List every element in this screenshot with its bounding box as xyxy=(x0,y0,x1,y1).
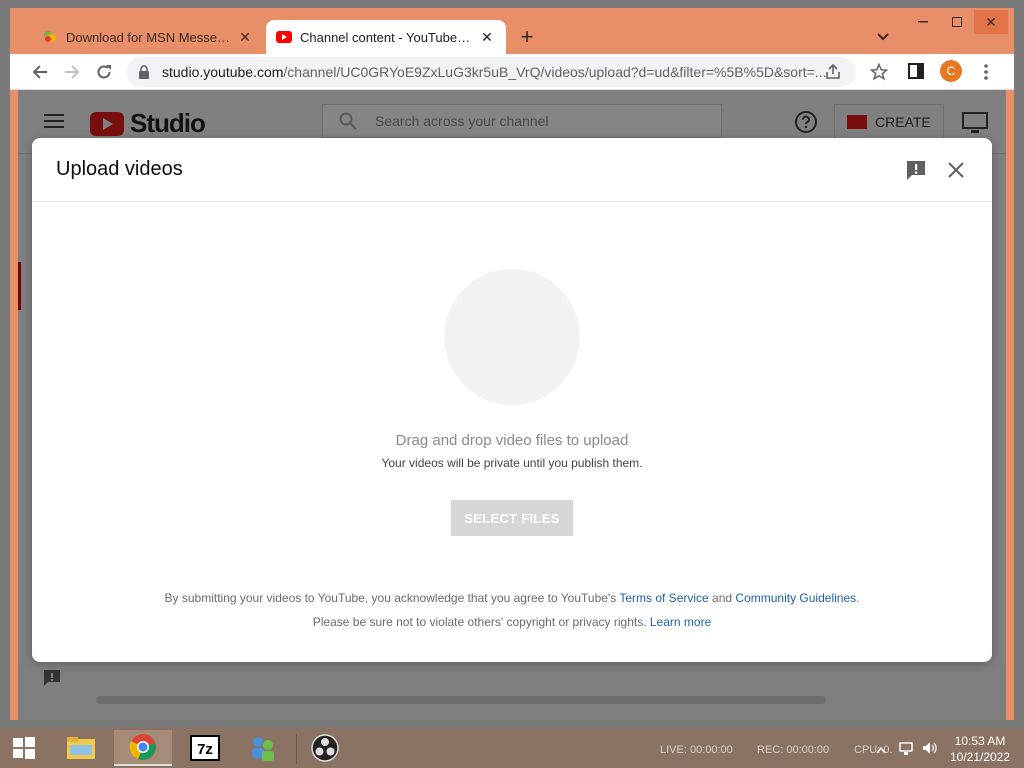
community-guidelines-link[interactable]: Community Guidelines xyxy=(735,591,856,605)
url-host: studio.youtube.com xyxy=(162,64,284,80)
select-files-button[interactable]: SELECT FILES xyxy=(451,500,573,536)
upload-videos-dialog: Upload videos Drag and drop video files … xyxy=(32,138,992,662)
private-note: Your videos will be private until you pu… xyxy=(381,456,643,470)
tab-title: Channel content - YouTube Studio xyxy=(300,29,472,45)
folder-icon xyxy=(67,737,95,759)
channel-search-input[interactable]: Search across your channel xyxy=(322,104,722,138)
side-panel-icon[interactable] xyxy=(908,63,924,84)
taskbar-separator xyxy=(296,734,297,764)
chevron-up-icon[interactable] xyxy=(876,741,886,759)
tab-msn-download[interactable]: Download for MSN Messenger | ✕ xyxy=(32,20,264,54)
drag-drop-heading: Drag and drop video files to upload xyxy=(395,432,629,449)
url-text: studio.youtube.com/channel/UC0GRYoE9ZxLu… xyxy=(162,64,856,80)
taskbar-network-app[interactable] xyxy=(238,730,288,766)
obs-icon xyxy=(311,734,339,762)
maximize-button[interactable] xyxy=(940,10,974,34)
tab-youtube-studio[interactable]: Channel content - YouTube Studio ✕ xyxy=(266,20,506,54)
minimize-button[interactable] xyxy=(906,10,940,34)
windows-taskbar: 7z LIVE: 00:00:00 REC: 00:00:00 CPU: 0. … xyxy=(0,728,1024,768)
send-feedback-button[interactable] xyxy=(904,158,928,182)
browser-toolbar: studio.youtube.com/channel/UC0GRYoE9ZxLu… xyxy=(10,54,1014,90)
chrome-icon xyxy=(129,734,156,760)
taskbar-7zip[interactable]: 7z xyxy=(180,730,230,766)
terms-suffix: . xyxy=(856,591,860,605)
more-vert-icon[interactable] xyxy=(976,62,996,82)
chevron-down-icon[interactable] xyxy=(872,26,894,48)
dialog-header: Upload videos xyxy=(32,138,992,202)
start-button[interactable] xyxy=(0,730,48,766)
obs-rec-status: REC: 00:00:00 xyxy=(757,744,830,756)
learn-more-link[interactable]: Learn more xyxy=(650,615,711,629)
profile-avatar[interactable]: C xyxy=(940,60,962,82)
close-tab-icon[interactable]: ✕ xyxy=(478,28,496,46)
new-tab-button[interactable]: + xyxy=(514,24,540,50)
close-dialog-button[interactable] xyxy=(944,158,968,182)
network-icon[interactable] xyxy=(898,740,914,761)
obs-cpu-status: CPU: 0. xyxy=(854,744,893,756)
close-tab-icon[interactable]: ✕ xyxy=(236,28,254,46)
horizontal-scrollbar[interactable] xyxy=(96,696,826,704)
tab-strip: Download for MSN Messenger | ✕ Channel c… xyxy=(10,8,1014,54)
back-button[interactable] xyxy=(28,60,52,84)
youtube-logo-icon xyxy=(90,111,124,136)
dialog-title: Upload videos xyxy=(56,158,183,180)
youtube-favicon-icon xyxy=(276,29,292,45)
msn-favicon-icon xyxy=(42,29,58,45)
tab-title: Download for MSN Messenger | xyxy=(66,29,230,45)
terms-notice: By submitting your videos to YouTube, yo… xyxy=(32,591,992,605)
share-icon[interactable] xyxy=(824,63,842,84)
upload-drop-area-circle[interactable] xyxy=(444,269,580,405)
feedback-icon xyxy=(907,161,925,180)
obs-live-status: LIVE: 00:00:00 xyxy=(660,744,733,756)
search-icon xyxy=(339,112,357,130)
create-label: CREATE xyxy=(875,114,931,130)
terms-of-service-link[interactable]: Terms of Service xyxy=(619,591,708,605)
hamburger-menu-icon[interactable] xyxy=(44,114,64,133)
help-icon[interactable] xyxy=(794,110,818,139)
youtube-studio-logo[interactable]: Studio xyxy=(90,108,206,139)
sidebar-active-indicator xyxy=(18,262,21,310)
lock-icon xyxy=(138,65,152,79)
svg-text:7z: 7z xyxy=(197,741,213,758)
clock-date[interactable]: 10/21/2022 xyxy=(940,750,1020,764)
close-icon xyxy=(948,162,964,178)
taskbar-obs[interactable] xyxy=(300,730,350,766)
terms-and: and xyxy=(708,591,736,605)
video-camera-icon xyxy=(847,115,867,129)
copyright-notice: Please be sure not to violate others' co… xyxy=(32,615,992,629)
address-bar[interactable]: studio.youtube.com/channel/UC0GRYoE9ZxLu… xyxy=(126,57,856,87)
close-window-button[interactable]: ✕ xyxy=(974,10,1008,34)
copyright-text: Please be sure not to violate others' co… xyxy=(312,615,650,629)
network-users-icon xyxy=(252,737,274,761)
monitor-icon[interactable] xyxy=(962,112,988,139)
url-path: /channel/UC0GRYoE9ZxLuG3kr5uB_VrQ/videos… xyxy=(283,64,827,80)
taskbar-chrome[interactable] xyxy=(114,730,172,766)
forward-button[interactable] xyxy=(60,60,84,84)
volume-icon[interactable] xyxy=(922,740,938,761)
taskbar-file-explorer[interactable] xyxy=(56,730,106,766)
7zip-icon: 7z xyxy=(190,735,220,761)
reload-button[interactable] xyxy=(92,60,116,84)
terms-prefix: By submitting your videos to YouTube, yo… xyxy=(164,591,620,605)
clock-time[interactable]: 10:53 AM xyxy=(940,734,1020,748)
create-button[interactable]: CREATE xyxy=(834,104,944,140)
search-placeholder: Search across your channel xyxy=(375,113,549,129)
bookmark-star-icon[interactable] xyxy=(869,62,889,86)
studio-logo-text: Studio xyxy=(130,108,206,138)
feedback-icon[interactable] xyxy=(42,668,62,693)
windows-logo-icon xyxy=(13,737,35,759)
